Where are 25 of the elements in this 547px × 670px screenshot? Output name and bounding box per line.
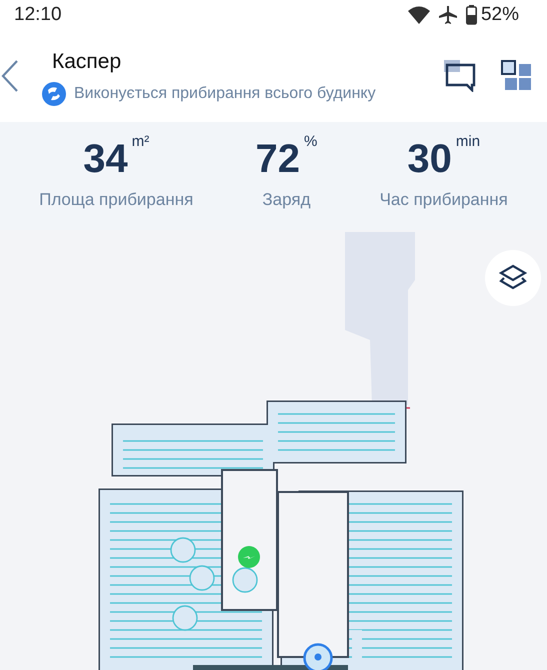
rooms-button[interactable] <box>501 60 533 92</box>
battery-text: 52% <box>480 2 519 27</box>
stat-value: 30 <box>407 139 452 180</box>
stat-unit: m² <box>132 132 150 152</box>
stat-unit: min <box>456 132 480 152</box>
stat-unit: % <box>304 132 318 152</box>
robot-name: Каспер <box>52 49 122 76</box>
cleaning-status: Виконується прибирання всього будинку <box>74 84 376 104</box>
clock-text: 12:10 <box>14 2 62 27</box>
airplane-icon <box>438 5 458 25</box>
back-icon <box>0 59 20 93</box>
stat-value: 34 <box>83 139 128 180</box>
stat-label: Час прибирання <box>380 189 508 212</box>
chat-icon <box>443 60 477 92</box>
charging-dock-icon <box>238 546 260 568</box>
grid-icon <box>501 60 533 92</box>
back-button[interactable] <box>0 59 20 93</box>
messages-button[interactable] <box>443 60 477 92</box>
wifi-icon <box>408 6 430 24</box>
stat-label: Заряд <box>262 189 311 212</box>
battery-icon <box>466 5 477 25</box>
globe-icon <box>42 82 66 106</box>
stat-label: Площа прибирання <box>39 189 194 212</box>
robot-icon <box>303 643 333 670</box>
stat-value: 72 <box>256 139 300 180</box>
